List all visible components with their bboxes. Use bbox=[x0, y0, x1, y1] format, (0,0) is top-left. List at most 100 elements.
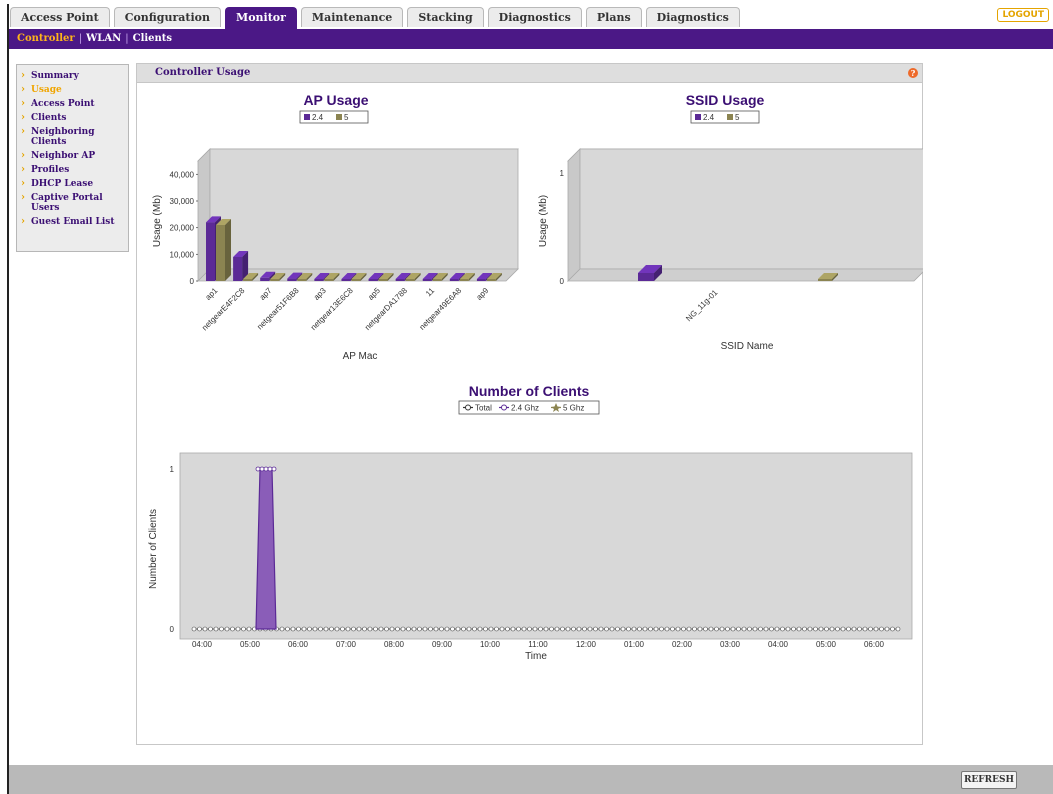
data-point bbox=[879, 626, 884, 632]
data-point bbox=[708, 626, 714, 632]
x-tick-label: 11 bbox=[424, 286, 437, 299]
data-point bbox=[301, 626, 307, 632]
tab-stacking[interactable]: Stacking bbox=[407, 7, 484, 27]
x-tick-label: 10:00 bbox=[480, 640, 501, 649]
tab-plans[interactable]: Plans bbox=[585, 7, 642, 27]
data-point bbox=[653, 626, 659, 632]
main-tab-bar: Access Point Configuration Monitor Maintena… bbox=[10, 7, 1053, 29]
data-point bbox=[609, 626, 615, 632]
legend-label: 5 bbox=[344, 113, 349, 122]
sidebar-item-neighboring-clients[interactable]: Neighboring Clients bbox=[17, 125, 128, 149]
logout-button[interactable]: LOGOUT bbox=[997, 8, 1049, 22]
x-tick-label: 04:00 bbox=[768, 640, 789, 649]
chart-title: AP Usage bbox=[303, 92, 368, 108]
sidebar-item-clients[interactable]: Clients bbox=[17, 111, 128, 125]
data-point bbox=[345, 626, 351, 632]
data-point bbox=[400, 626, 406, 632]
tab-maintenance[interactable]: Maintenance bbox=[300, 7, 404, 27]
legend-marker bbox=[501, 404, 507, 411]
x-tick-label: 09:00 bbox=[432, 640, 453, 649]
chart-legend bbox=[690, 110, 760, 124]
sidebar-item-captive-portal-users[interactable]: Captive Portal Users bbox=[17, 191, 128, 215]
sidebar-item-access-point[interactable]: Access Point bbox=[17, 97, 128, 111]
x-tick-label: 03:00 bbox=[720, 640, 741, 649]
sidebar-item-profiles[interactable]: Profiles bbox=[17, 163, 128, 177]
data-point bbox=[411, 626, 417, 632]
bar bbox=[216, 225, 225, 281]
data-point bbox=[730, 626, 736, 632]
bar bbox=[395, 279, 405, 281]
bar bbox=[314, 279, 324, 281]
sidebar-item-guest-email-list[interactable]: Guest Email List bbox=[17, 215, 128, 229]
data-point bbox=[560, 626, 565, 632]
data-point bbox=[505, 626, 510, 632]
data-point bbox=[675, 626, 681, 632]
y-tick-label: 0 bbox=[190, 277, 195, 286]
bar bbox=[341, 279, 351, 281]
data-point bbox=[538, 626, 543, 632]
sidebar-item-usage[interactable]: Usage bbox=[17, 83, 128, 97]
subnav-clients[interactable]: Clients bbox=[133, 33, 172, 44]
peak-point bbox=[271, 466, 277, 472]
bottom-bar: REFRESH bbox=[9, 765, 1053, 794]
data-point bbox=[230, 626, 235, 632]
data-point bbox=[681, 626, 686, 632]
data-point bbox=[378, 626, 384, 632]
data-point bbox=[213, 626, 219, 632]
data-point bbox=[235, 626, 241, 632]
data-point bbox=[807, 626, 813, 632]
x-tick-label: 07:00 bbox=[336, 640, 357, 649]
bar bbox=[486, 279, 496, 281]
data-point bbox=[510, 626, 516, 632]
legend-label: 5 bbox=[735, 113, 740, 122]
tab-monitor[interactable]: Monitor bbox=[225, 7, 297, 29]
data-point bbox=[312, 626, 318, 632]
data-point bbox=[367, 626, 373, 632]
charts-canvas: AP Usage 2.4 5 0 10,000 20,000 30,000 40,000 Usa… bbox=[148, 92, 923, 662]
data-point bbox=[334, 626, 340, 632]
bar bbox=[378, 279, 388, 281]
data-point bbox=[873, 626, 879, 632]
plot-floor bbox=[567, 268, 923, 282]
data-point bbox=[846, 626, 851, 632]
data-point bbox=[472, 626, 477, 632]
tab-access-point[interactable]: Access Point bbox=[10, 7, 110, 27]
plot-area bbox=[179, 452, 913, 640]
data-point bbox=[598, 626, 604, 632]
sidebar-item-neighbor-ap[interactable]: Neighbor AP bbox=[17, 149, 128, 163]
sidebar-item-dhcp-lease[interactable]: DHCP Lease bbox=[17, 177, 128, 191]
data-point bbox=[246, 626, 252, 632]
y-tick-label: 30,000 bbox=[170, 197, 195, 206]
y-tick-label: 0 bbox=[560, 277, 565, 286]
tab-diagnostics[interactable]: Diagnostics bbox=[487, 7, 582, 27]
x-tick-label: 08:00 bbox=[384, 640, 405, 649]
tab-configuration[interactable]: Configuration bbox=[113, 7, 222, 27]
subnav-controller[interactable]: Controller bbox=[17, 33, 75, 44]
subnav-wlan[interactable]: WLAN bbox=[86, 33, 121, 44]
legend-marker bbox=[465, 404, 471, 411]
data-point bbox=[422, 626, 428, 632]
sidebar-item-summary[interactable]: Summary bbox=[17, 69, 128, 83]
data-point bbox=[543, 626, 549, 632]
data-point bbox=[296, 626, 301, 632]
legend-label: 2.4 Ghz bbox=[511, 404, 539, 413]
refresh-button[interactable]: REFRESH bbox=[961, 771, 1017, 789]
data-point bbox=[576, 626, 582, 632]
data-point bbox=[241, 626, 246, 632]
data-point bbox=[593, 626, 598, 632]
bar bbox=[405, 279, 415, 281]
x-tick-label: ap9 bbox=[475, 286, 491, 302]
data-point bbox=[818, 626, 824, 632]
bar bbox=[818, 279, 832, 281]
bar bbox=[432, 279, 442, 281]
legend-label: 5 Ghz bbox=[563, 404, 584, 413]
data-point bbox=[323, 626, 329, 632]
bar bbox=[368, 279, 378, 281]
data-point bbox=[499, 626, 505, 632]
data-point bbox=[802, 626, 807, 632]
data-point bbox=[813, 626, 818, 632]
data-point bbox=[477, 626, 483, 632]
data-point bbox=[219, 626, 224, 632]
tab-diagnostics[interactable]: Diagnostics bbox=[645, 7, 740, 27]
data-point bbox=[532, 626, 538, 632]
